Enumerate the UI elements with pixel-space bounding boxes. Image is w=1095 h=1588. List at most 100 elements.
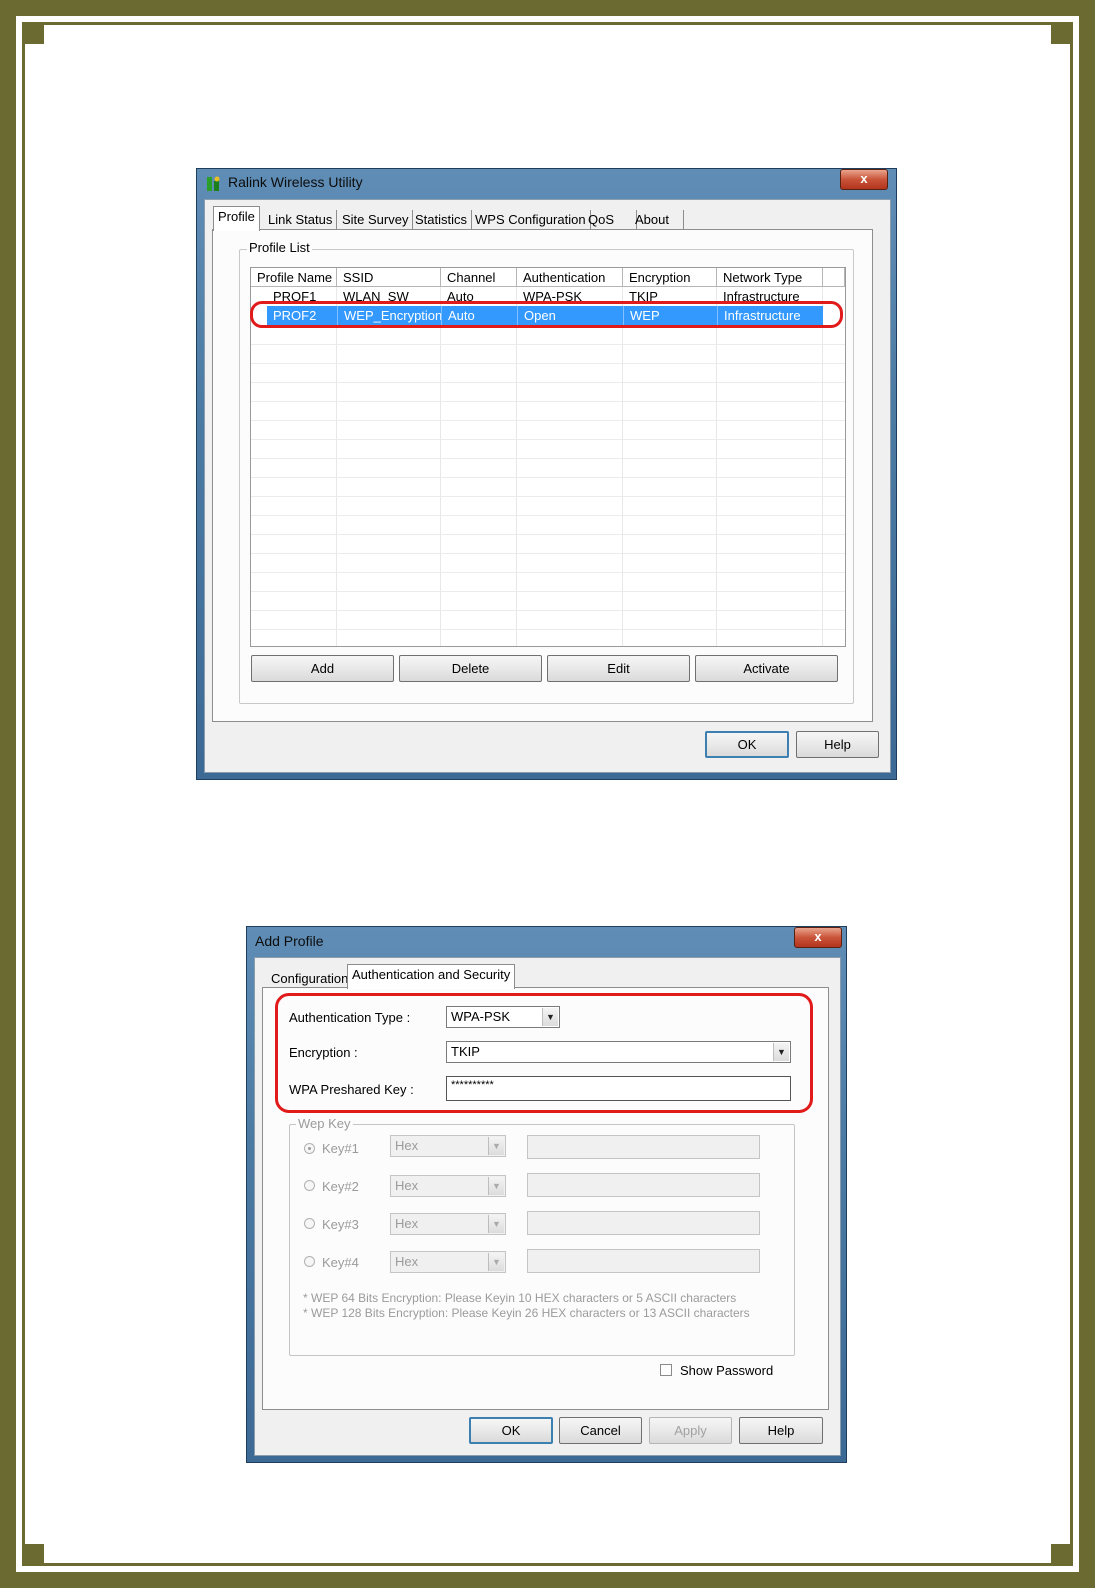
tab-statistics[interactable]: Statistics xyxy=(411,210,473,230)
window-client-area: Configuration Authentication and Securit… xyxy=(254,957,841,1456)
page-border-inner-bottom xyxy=(22,1563,1073,1566)
wpa-key-input[interactable]: ********** xyxy=(446,1076,791,1101)
page-border-inner-right xyxy=(1070,22,1073,1566)
encryption-label: Encryption : xyxy=(289,1045,358,1060)
close-icon: x xyxy=(860,171,868,186)
tab-configuration[interactable]: Configuration xyxy=(267,969,354,989)
key2-radio[interactable] xyxy=(304,1180,315,1191)
encryption-dropdown[interactable]: TKIP ▼ xyxy=(446,1041,791,1063)
window-title: Ralink Wireless Utility xyxy=(228,174,363,190)
grid-line xyxy=(516,287,517,646)
grid-line xyxy=(251,382,845,383)
column-header-profile-name[interactable]: Profile Name xyxy=(251,268,337,287)
show-password-label: Show Password xyxy=(680,1363,774,1378)
activate-button[interactable]: Activate xyxy=(695,655,838,682)
tab-link-status[interactable]: Link Status xyxy=(264,210,338,230)
window-client-area: Profile Link Status Site Survey Statisti… xyxy=(204,199,891,773)
key1-format-dropdown[interactable]: Hex ▼ xyxy=(390,1135,506,1157)
wep-note-64: * WEP 64 Bits Encryption: Please Keyin 1… xyxy=(303,1291,737,1305)
help-button[interactable]: Help xyxy=(739,1417,823,1444)
profile-list-title: Profile List xyxy=(247,240,312,255)
show-password-checkbox[interactable] xyxy=(660,1364,672,1376)
tab-site-survey[interactable]: Site Survey xyxy=(338,210,414,230)
cell-encryption: TKIP xyxy=(629,289,658,304)
add-button[interactable]: Add xyxy=(251,655,394,682)
chevron-down-icon: ▼ xyxy=(542,1008,558,1026)
ok-button[interactable]: OK xyxy=(705,731,789,758)
close-icon: x xyxy=(814,929,822,944)
profile-list-view[interactable]: Profile Name SSID Channel Authentication… xyxy=(250,267,846,647)
grid-line xyxy=(251,534,845,535)
chevron-down-icon: ▼ xyxy=(488,1137,504,1155)
cell-profile-name: PROF2 xyxy=(273,308,317,323)
key4-format-dropdown[interactable]: Hex ▼ xyxy=(390,1251,506,1273)
encryption-value: TKIP xyxy=(451,1044,480,1059)
key3-input[interactable] xyxy=(527,1211,760,1235)
column-header-authentication[interactable]: Authentication xyxy=(517,268,623,287)
cell-profile-name: PROF1 xyxy=(273,289,317,304)
close-button[interactable]: x xyxy=(840,169,888,190)
auth-type-dropdown[interactable]: WPA-PSK ▼ xyxy=(446,1006,560,1028)
page-corner-br xyxy=(1051,1544,1073,1566)
page-corner-tr xyxy=(1051,22,1073,44)
page-border-right xyxy=(1079,0,1095,1588)
grid-line xyxy=(251,515,845,516)
grid-line xyxy=(251,572,845,573)
column-header-channel[interactable]: Channel xyxy=(441,268,517,287)
key1-radio[interactable] xyxy=(304,1143,315,1154)
ralink-app-icon xyxy=(207,176,220,191)
page-corner-tl xyxy=(22,22,44,44)
chevron-down-icon: ▼ xyxy=(773,1043,789,1061)
help-button[interactable]: Help xyxy=(796,731,879,758)
auth-security-tab-panel: Authentication Type : WPA-PSK ▼ Encrypti… xyxy=(262,987,829,1410)
apply-button[interactable]: Apply xyxy=(649,1417,732,1444)
cancel-button[interactable]: Cancel xyxy=(559,1417,642,1444)
column-header-spare xyxy=(823,268,845,287)
key2-format-dropdown[interactable]: Hex ▼ xyxy=(390,1175,506,1197)
key2-input[interactable] xyxy=(527,1173,760,1197)
add-profile-window: Add Profile x Configuration Authenticati… xyxy=(246,926,847,1463)
grid-line xyxy=(251,420,845,421)
page-border-left xyxy=(0,0,16,1588)
window-title: Add Profile xyxy=(255,933,324,949)
tab-qos[interactable]: QoS xyxy=(584,210,637,230)
chevron-down-icon: ▼ xyxy=(488,1215,504,1233)
cell-encryption: WEP xyxy=(623,306,717,325)
key4-input[interactable] xyxy=(527,1249,760,1273)
close-button[interactable]: x xyxy=(794,927,842,948)
wpa-key-label: WPA Preshared Key : xyxy=(289,1082,414,1097)
key3-format-dropdown[interactable]: Hex ▼ xyxy=(390,1213,506,1235)
tab-about[interactable]: About xyxy=(631,210,684,230)
page-border-top xyxy=(0,0,1095,16)
grid-line xyxy=(716,287,717,646)
key3-radio[interactable] xyxy=(304,1218,315,1229)
column-header-network-type[interactable]: Network Type xyxy=(717,268,823,287)
table-row-selected[interactable]: PROF2 WEP_Encryption Auto Open WEP Infra… xyxy=(267,306,823,325)
grid-line xyxy=(622,287,623,646)
grid-line xyxy=(440,287,441,646)
column-header-ssid[interactable]: SSID xyxy=(337,268,441,287)
table-row[interactable]: PROF1 WLAN_SW Auto WPA-PSK TKIP Infrastr… xyxy=(251,287,845,306)
column-header-encryption[interactable]: Encryption xyxy=(623,268,717,287)
grid-line xyxy=(336,287,337,646)
auth-type-label: Authentication Type : xyxy=(289,1010,411,1025)
key1-label: Key#1 xyxy=(322,1141,359,1156)
page-border-bottom xyxy=(0,1572,1095,1588)
grid-line xyxy=(251,439,845,440)
key2-label: Key#2 xyxy=(322,1179,359,1194)
grid-line xyxy=(251,610,845,611)
delete-button[interactable]: Delete xyxy=(399,655,542,682)
tab-wps-configuration[interactable]: WPS Configuration xyxy=(471,210,591,230)
tab-profile[interactable]: Profile xyxy=(213,206,260,231)
profile-tab-panel: Profile List Profile Name SSID Channel A… xyxy=(212,229,873,722)
ok-button[interactable]: OK xyxy=(469,1417,553,1444)
key1-input[interactable] xyxy=(527,1135,760,1159)
key4-radio[interactable] xyxy=(304,1256,315,1267)
tab-authentication-security[interactable]: Authentication and Security xyxy=(347,964,516,989)
cell-network-type: Infrastructure xyxy=(717,306,823,325)
grid-line xyxy=(251,344,845,345)
edit-button[interactable]: Edit xyxy=(547,655,690,682)
page-corner-bl xyxy=(22,1544,44,1566)
cell-authentication: WPA-PSK xyxy=(523,289,582,304)
wpa-key-value: ********** xyxy=(451,1079,494,1091)
